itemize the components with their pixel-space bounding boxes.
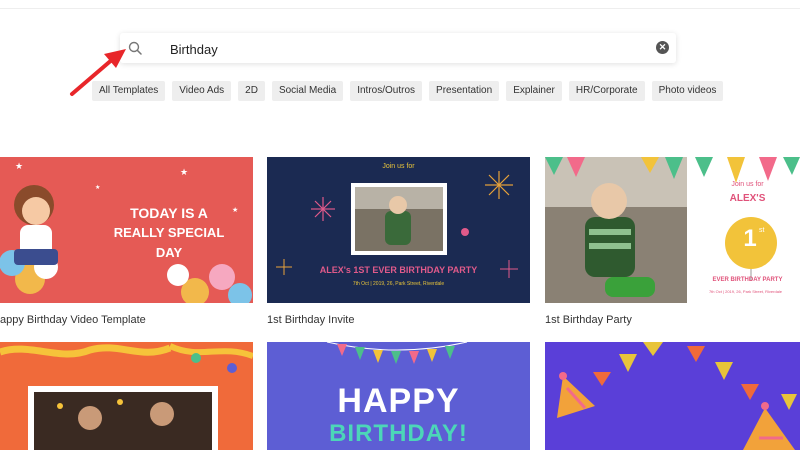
thumbnail-headline: EVER BIRTHDAY PARTY [712, 277, 783, 283]
thumbnail-headline-line1: TODAY IS A [130, 205, 208, 221]
thumbnail-headline: ALEX's 1ST EVER BIRTHDAY PARTY [319, 265, 478, 275]
template-card[interactable]: Join us for ALEX'S 1 st EVER BIRTHDAY PA… [545, 157, 800, 337]
template-card[interactable] [545, 342, 800, 450]
thumbnail-illustration [545, 342, 800, 450]
chip-social-media[interactable]: Social Media [271, 81, 344, 101]
chip-intros-outros[interactable]: Intros/Outros [350, 81, 423, 101]
template-thumbnail[interactable]: Join us for ALEX's 1ST EVER BIRTHDAY PAR… [267, 157, 530, 303]
chip-hr-corporate[interactable]: HR/Corporate [568, 81, 645, 101]
thumbnail-illustration [0, 342, 253, 450]
template-thumbnail[interactable] [545, 342, 800, 450]
template-title[interactable]: 1st Birthday Party [545, 314, 632, 326]
thumbnail-subtitle: Join us for [382, 163, 415, 170]
thumbnail-headline-line2: BIRTHDAY! [329, 420, 468, 447]
template-thumbnail[interactable]: ★ ★ ★ ★ TODAY IS A REALLY SPECIAL DAY [0, 157, 253, 303]
template-card[interactable] [0, 342, 253, 450]
thumbnail-number-suffix: st [759, 227, 765, 234]
thumbnail-name: ALEX'S [729, 193, 766, 204]
svg-text:★: ★ [15, 161, 23, 171]
search-input[interactable] [168, 38, 632, 60]
chip-explainer[interactable]: Explainer [506, 81, 562, 101]
thumbnail-details: 7th Oct | 2019, 26, Park Street, Riverda… [708, 289, 783, 294]
category-filter-bar: All Templates Video Ads 2D Social Media … [92, 81, 724, 101]
thumbnail-headline-line2: REALLY SPECIAL DAY [113, 225, 225, 260]
template-title[interactable]: 1st Birthday Invite [267, 314, 354, 326]
svg-text:★: ★ [180, 167, 188, 177]
template-thumbnail[interactable]: HAPPY BIRTHDAY! [267, 342, 530, 450]
template-card[interactable]: ★ ★ ★ ★ TODAY IS A REALLY SPECIAL DAY ap… [0, 157, 253, 337]
thumbnail-headline-line1: HAPPY [337, 382, 460, 420]
chip-video-ads[interactable]: Video Ads [172, 81, 232, 101]
template-card[interactable]: HAPPY BIRTHDAY! [267, 342, 530, 450]
search-bar: ✕ [120, 33, 676, 63]
close-circle-icon[interactable]: ✕ [656, 41, 669, 54]
chip-presentation[interactable]: Presentation [429, 81, 500, 101]
chip-photo-videos[interactable]: Photo videos [651, 81, 724, 101]
template-card[interactable]: Join us for ALEX's 1ST EVER BIRTHDAY PAR… [267, 157, 530, 337]
template-thumbnail[interactable]: Join us for ALEX'S 1 st EVER BIRTHDAY PA… [545, 157, 800, 303]
top-divider [0, 8, 800, 9]
template-thumbnail[interactable] [0, 342, 253, 450]
svg-text:★: ★ [95, 184, 100, 191]
chip-all-templates[interactable]: All Templates [92, 81, 166, 101]
thumbnail-details: 7th Oct | 2019, 26, Park Street, Riverda… [352, 281, 445, 287]
chip-2d[interactable]: 2D [238, 81, 265, 101]
thumbnail-subtitle: Join us for [731, 181, 764, 188]
template-title[interactable]: appy Birthday Video Template [0, 314, 146, 326]
thumbnail-headline: TODAY IS A REALLY SPECIAL DAY [104, 203, 234, 263]
